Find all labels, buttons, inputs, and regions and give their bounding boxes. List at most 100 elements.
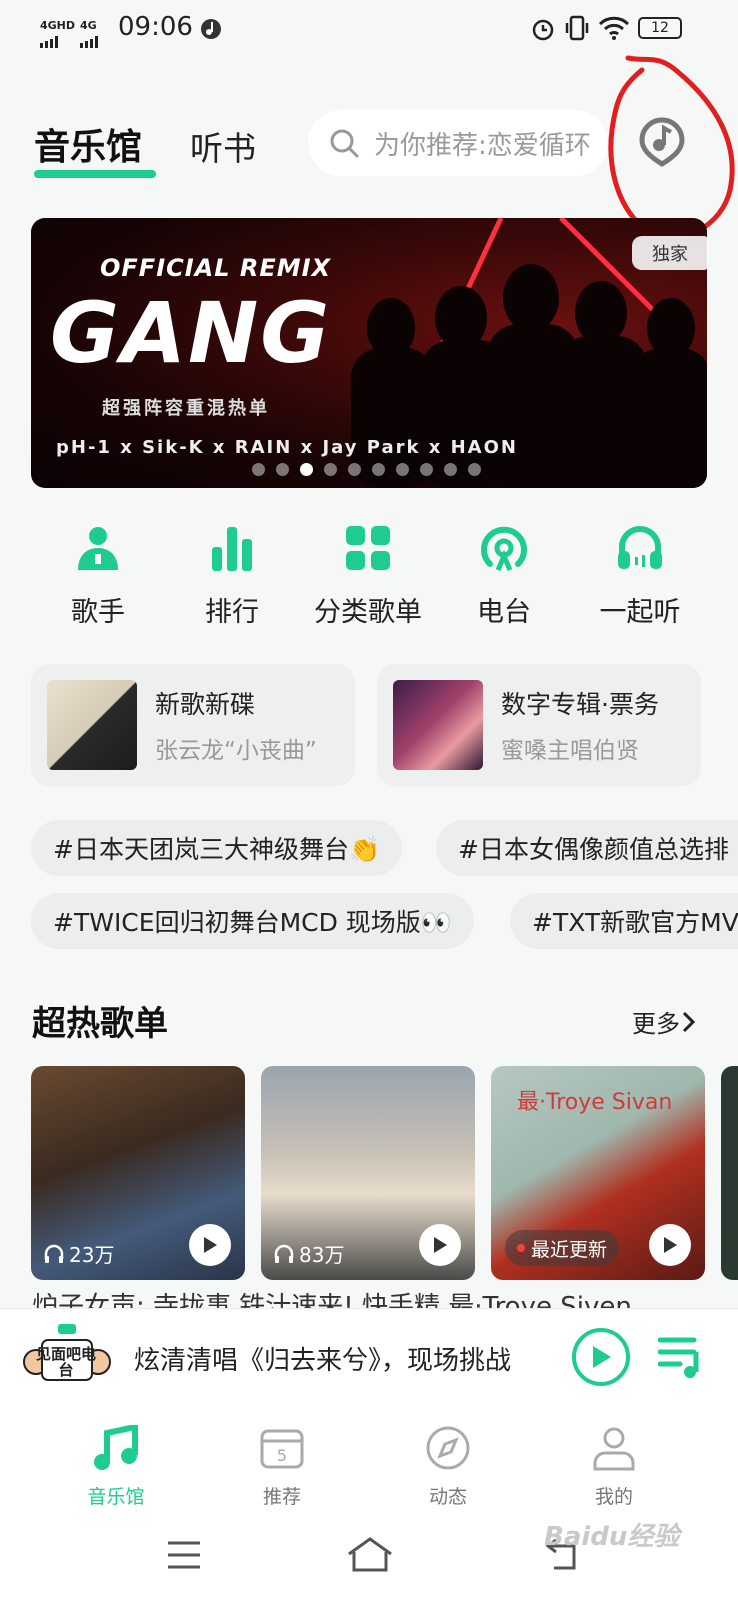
entry-category[interactable]: 分类歌单 (302, 518, 434, 629)
mini-play-button[interactable] (572, 1328, 630, 1386)
nav-label: 推荐 (262, 1486, 301, 1508)
carousel-dot[interactable] (396, 463, 409, 476)
nav-feed[interactable]: 动态 (388, 1420, 508, 1509)
mini-logo-text: 见面吧电台 (35, 1345, 96, 1379)
watermark: Baidu经验 (544, 1522, 680, 1552)
card-title: 新歌新碟 (155, 690, 256, 719)
play-count-value: 23万 (69, 1243, 115, 1267)
playlist-names-clipped: 炉子女声: 寺拢事 铁汁速来! 快手精 最·Troye Siven (32, 1292, 632, 1308)
entry-label: 歌手 (71, 597, 125, 628)
play-button[interactable] (189, 1224, 231, 1266)
compass-icon (426, 1426, 470, 1470)
search-bar[interactable]: 为你推荐:恋爱循环 (308, 110, 608, 176)
banner-subtitle: 超强阵容重混热单 (102, 398, 270, 419)
chart-icon (212, 527, 252, 571)
carousel-dot[interactable] (420, 463, 433, 476)
network-type-2: 4G (80, 19, 97, 32)
playlist-card-partial[interactable] (721, 1066, 738, 1280)
play-icon (434, 1237, 447, 1253)
red-circle-annotation (608, 55, 735, 240)
music-note-icon (94, 1425, 138, 1470)
entry-singer[interactable]: 歌手 (32, 518, 164, 629)
play-button[interactable] (419, 1224, 461, 1266)
banner-title: GANG (50, 284, 332, 382)
nav-profile[interactable]: 我的 (554, 1420, 674, 1509)
search-placeholder: 为你推荐:恋爱循环 (374, 130, 591, 161)
search-icon (330, 129, 359, 158)
entry-radio[interactable]: 电台 (438, 518, 570, 629)
wifi-icon (598, 16, 630, 40)
banner-artists: pH-1 x Sik-K x RAIN x Jay Park x HAON (56, 437, 518, 458)
exclusive-badge: 独家 (632, 236, 708, 270)
signal-bars-icon (80, 36, 98, 48)
radio-icon (481, 526, 527, 571)
nav-label: 音乐馆 (87, 1486, 145, 1508)
menu-icon[interactable] (166, 1540, 202, 1570)
section-title: 超热歌单 (32, 1004, 168, 1044)
entry-label: 分类歌单 (314, 597, 422, 628)
tab-audiobook[interactable]: 听书 (190, 122, 256, 170)
calendar-day: 5 (277, 1446, 287, 1465)
entry-chart[interactable]: 排行 (166, 518, 298, 629)
entry-listen-together[interactable]: 一起听 (574, 518, 706, 629)
tag-chip[interactable]: #TWICE回归初舞台MCD 现场版👀 (31, 893, 474, 949)
vibrate-icon (565, 15, 589, 41)
card-thumbnail (47, 680, 137, 770)
entry-label: 排行 (205, 597, 259, 628)
singer-icon (78, 527, 118, 570)
carousel-dot[interactable] (300, 463, 313, 476)
card-new-releases[interactable]: 新歌新碟 张云龙“小丧曲” (31, 664, 355, 786)
chevron-right-icon (682, 1011, 696, 1032)
card-title: 数字专辑·票务 (501, 690, 659, 719)
app-notification-icon (201, 19, 221, 39)
carousel-dot[interactable] (468, 463, 481, 476)
entry-label: 一起听 (599, 597, 681, 628)
card-digital-album[interactable]: 数字专辑·票务 蜜嗓主唱伯贤 (377, 664, 701, 786)
signal-1: 4GHD (40, 14, 75, 52)
alarm-icon (532, 19, 554, 41)
calendar-icon: 5 (260, 1429, 304, 1469)
home-icon[interactable] (346, 1536, 394, 1572)
carousel-dot[interactable] (252, 463, 265, 476)
signal-bars-icon (40, 36, 58, 48)
carousel-dot[interactable] (444, 463, 457, 476)
nav-music-hall[interactable]: 音乐馆 (56, 1420, 176, 1509)
mini-player-title: 炫清清唱《归去来兮》，现场挑战 (134, 1346, 512, 1376)
play-icon (204, 1237, 217, 1253)
playlist-card[interactable]: 83万 (261, 1066, 475, 1280)
play-icon (593, 1346, 611, 1368)
nav-label: 动态 (428, 1486, 467, 1508)
card-thumbnail (393, 680, 483, 770)
play-count-value: 83万 (299, 1243, 345, 1267)
new-dot-icon (517, 1244, 525, 1252)
more-link[interactable]: 更多 (632, 1004, 698, 1039)
person-icon (593, 1427, 635, 1471)
playlist-overlay-title: 最·Troye Sivan (517, 1090, 673, 1115)
tag-chip[interactable]: #日本女偶像颜值总选排 (436, 820, 738, 876)
card-subtitle: 蜜嗓主唱伯贤 (501, 738, 639, 764)
tab-music-hall[interactable]: 音乐馆 (34, 118, 142, 170)
active-tab-indicator (34, 170, 156, 178)
network-type-1: 4GHD (40, 19, 76, 32)
carousel-dot[interactable] (324, 463, 337, 476)
carousel-dot[interactable] (372, 463, 385, 476)
play-count: 23万 (43, 1239, 114, 1268)
carousel-dot[interactable] (276, 463, 289, 476)
tag-chip[interactable]: #TXT新歌官方MV (510, 893, 738, 949)
carousel-dot[interactable] (348, 463, 361, 476)
headphones-icon (274, 1244, 294, 1263)
battery-icon: 12 (638, 17, 682, 39)
playlist-queue-icon[interactable] (658, 1334, 706, 1380)
nav-label: 我的 (594, 1486, 633, 1508)
playlist-card[interactable]: 23万 (31, 1066, 245, 1280)
play-button[interactable] (649, 1224, 691, 1266)
nav-recommend[interactable]: 5 推荐 (222, 1420, 342, 1509)
update-badge: 最近更新 (505, 1230, 620, 1266)
category-icon (346, 526, 390, 570)
tag-chip[interactable]: #日本天团岚三大神级舞台👏 (31, 820, 403, 876)
carousel-indicator (252, 463, 481, 476)
entry-label: 电台 (477, 597, 531, 628)
battery-level: 12 (651, 20, 669, 36)
playlist-card[interactable]: 最·Troye Sivan 最近更新 (491, 1066, 705, 1280)
headphones-icon (618, 526, 662, 569)
